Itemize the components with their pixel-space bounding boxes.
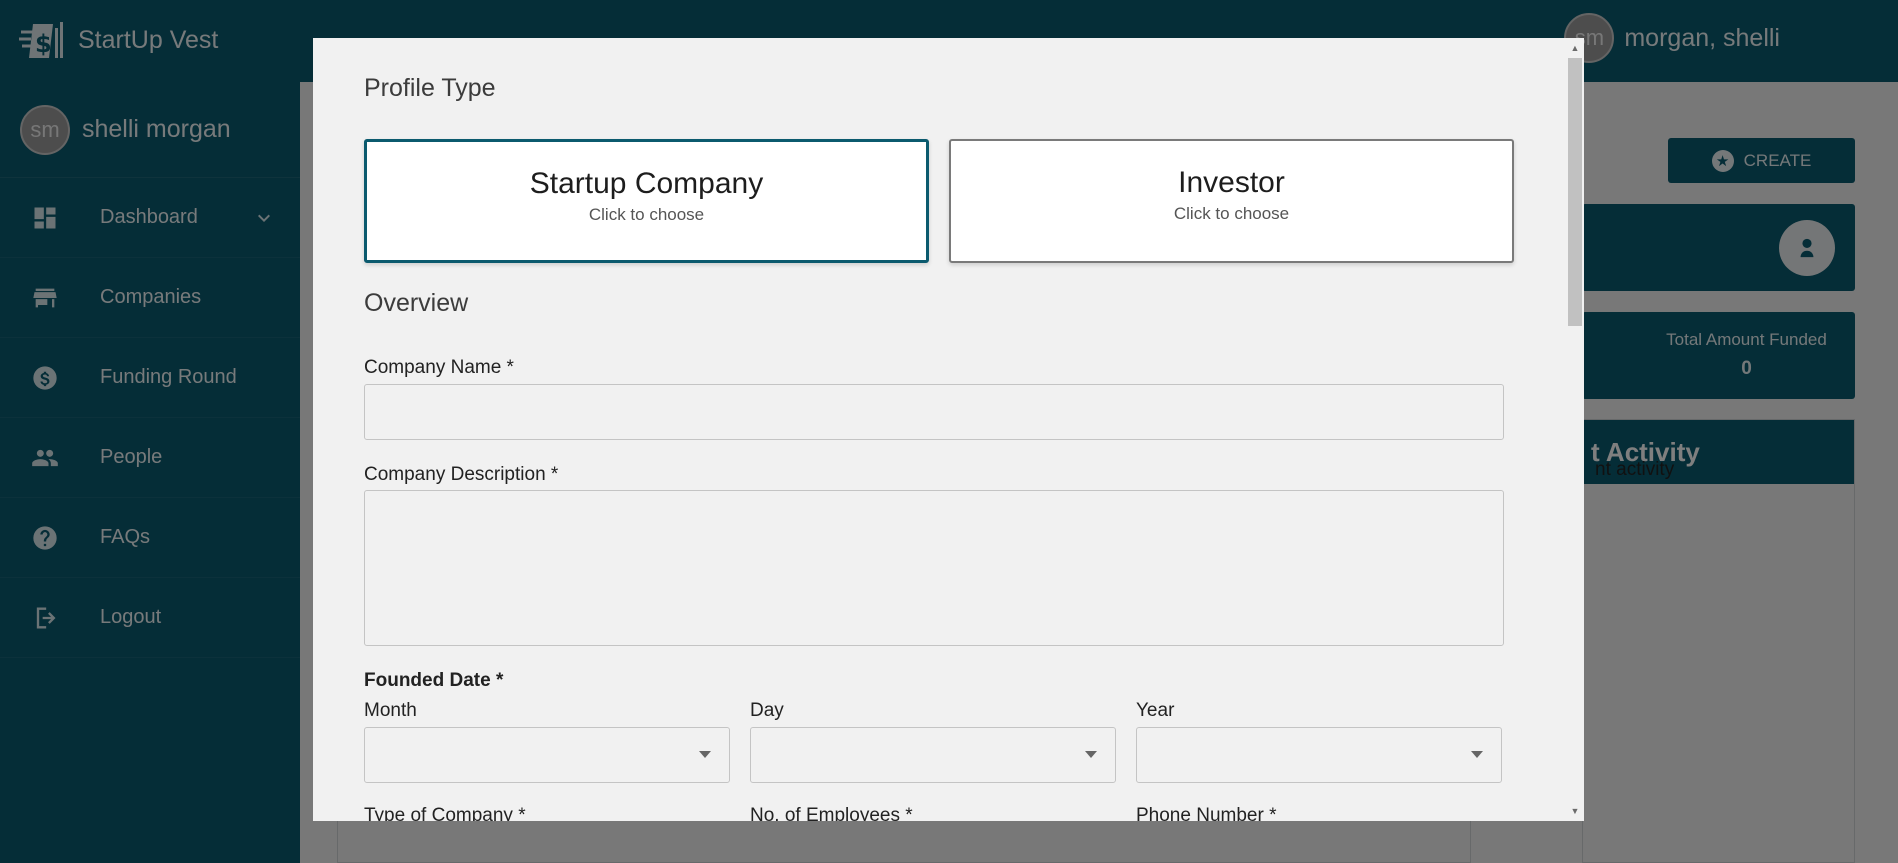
choice-investor[interactable]: Investor Click to choose: [949, 139, 1514, 263]
choice-startup-company[interactable]: Startup Company Click to choose: [364, 139, 929, 263]
caret-down-icon: [699, 751, 711, 758]
overview-title: Overview: [364, 289, 469, 317]
employees-label: No. of Employees *: [750, 805, 913, 821]
scroll-up-arrow-icon[interactable]: ▲: [1569, 42, 1581, 54]
choice-title: Investor: [1178, 166, 1285, 199]
phone-number-label: Phone Number *: [1136, 805, 1277, 821]
year-label: Year: [1136, 700, 1175, 721]
day-select[interactable]: [750, 727, 1116, 783]
month-label: Month: [364, 700, 417, 721]
profile-type-title: Profile Type: [364, 74, 496, 102]
year-select[interactable]: [1136, 727, 1502, 783]
scrollbar-thumb[interactable]: [1568, 58, 1582, 326]
caret-down-icon: [1471, 751, 1483, 758]
create-profile-modal: Profile Type Startup Company Click to ch…: [313, 38, 1584, 821]
choice-subtitle: Click to choose: [588, 205, 705, 224]
company-name-input[interactable]: [364, 384, 1504, 440]
month-select[interactable]: [364, 727, 730, 783]
company-description-label: Company Description *: [364, 464, 559, 485]
scroll-down-arrow-icon[interactable]: ▼: [1569, 805, 1581, 817]
type-of-company-label: Type of Company *: [364, 805, 526, 821]
caret-down-icon: [1085, 751, 1097, 758]
choice-title: Startup Company: [529, 167, 764, 200]
company-description-input[interactable]: [364, 490, 1504, 646]
day-label: Day: [750, 700, 784, 721]
company-name-label: Company Name *: [364, 357, 514, 378]
modal-scrollbar[interactable]: ▲ ▼: [1565, 38, 1584, 821]
founded-date-label: Founded Date *: [364, 670, 504, 691]
choice-subtitle: Click to choose: [1173, 204, 1290, 223]
